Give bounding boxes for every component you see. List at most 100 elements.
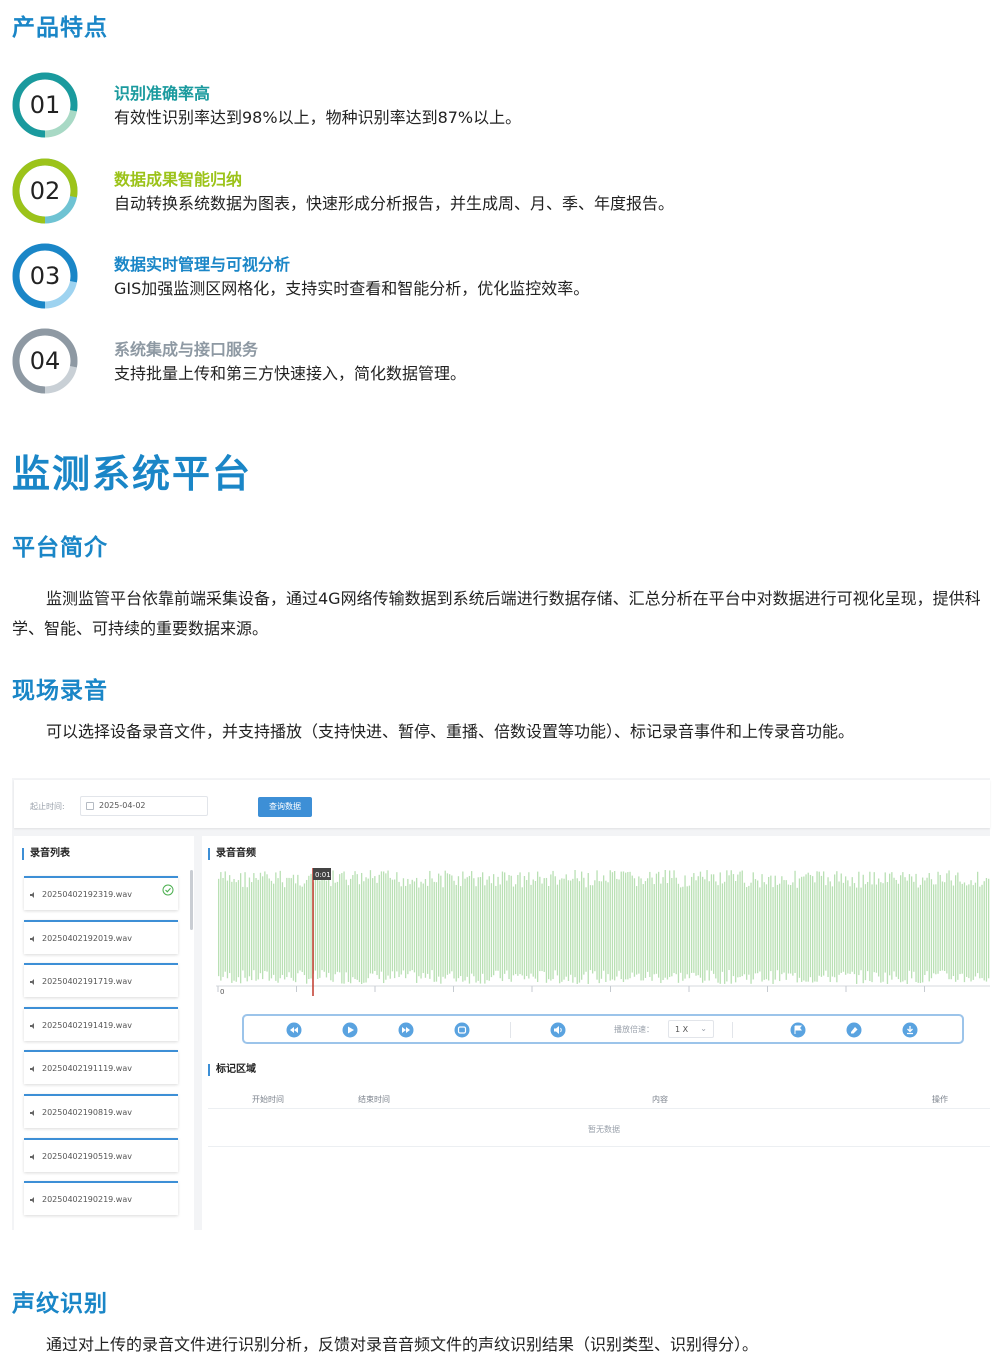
wave-bar bbox=[600, 881, 603, 979]
filter-bar: 起止时间: 2025-04-02 查询数据 bbox=[14, 780, 990, 828]
wave-bar bbox=[941, 881, 944, 971]
wave-bar bbox=[497, 876, 499, 971]
wave-bar bbox=[772, 887, 774, 984]
speed-select[interactable]: 1 X ⌄ bbox=[668, 1020, 714, 1038]
wave-bar bbox=[988, 878, 990, 979]
wave-bar bbox=[926, 877, 928, 972]
file-name: 20250402192019.wav bbox=[42, 933, 132, 943]
recording-file-item[interactable]: 20250402190519.wav bbox=[24, 1137, 178, 1172]
wave-bar bbox=[297, 874, 299, 974]
flag-icon[interactable] bbox=[790, 1022, 806, 1038]
wave-bar bbox=[620, 871, 622, 980]
eraser-icon[interactable] bbox=[846, 1022, 862, 1038]
wave-bar bbox=[475, 886, 477, 983]
wave-bar bbox=[851, 877, 853, 972]
wave-bar bbox=[268, 878, 270, 981]
feature-title: 数据成果智能归纳 bbox=[114, 170, 243, 189]
wave-bar bbox=[422, 883, 424, 974]
axis-zero-label: 0 bbox=[220, 988, 224, 996]
wave-bar bbox=[735, 880, 737, 983]
wave-bar bbox=[356, 874, 358, 980]
wave-bar bbox=[869, 871, 871, 982]
wave-bar bbox=[477, 877, 479, 981]
wave-bar bbox=[517, 874, 519, 976]
wave-bar bbox=[464, 878, 466, 981]
file-name: 20250402192319.wav bbox=[42, 890, 132, 899]
wave-bar bbox=[248, 877, 251, 977]
audio-file-icon bbox=[30, 1022, 34, 1029]
recording-file-item[interactable]: 20250402192319.wav bbox=[24, 876, 178, 910]
wave-bar bbox=[963, 882, 966, 983]
wave-bar bbox=[871, 884, 873, 983]
wave-bar bbox=[550, 874, 552, 981]
wave-bar bbox=[264, 871, 266, 972]
wave-bar bbox=[794, 870, 796, 973]
wave-bar bbox=[783, 880, 785, 973]
wave-bar bbox=[752, 872, 754, 980]
wave-bar bbox=[702, 876, 704, 983]
waveform[interactable]: 0 0:01 bbox=[216, 868, 990, 996]
recording-file-item[interactable]: 20250402191119.wav bbox=[24, 1050, 178, 1085]
wave-bar bbox=[325, 880, 328, 978]
th-content: 内容 bbox=[652, 1095, 668, 1104]
query-button[interactable]: 查询数据 bbox=[258, 797, 312, 817]
wave-bar bbox=[957, 872, 959, 980]
wave-bar bbox=[640, 878, 642, 981]
wave-bar bbox=[528, 872, 530, 979]
wave-bar bbox=[977, 871, 979, 974]
wave-bar bbox=[816, 871, 818, 982]
volume-icon[interactable] bbox=[550, 1022, 566, 1038]
recording-file-item[interactable]: 20250402192019.wav bbox=[24, 919, 178, 954]
list-scrollbar[interactable] bbox=[190, 870, 193, 930]
play-icon[interactable] bbox=[342, 1022, 358, 1038]
wave-bar bbox=[585, 887, 587, 972]
fast-forward-icon[interactable] bbox=[398, 1022, 414, 1038]
replay-icon[interactable] bbox=[454, 1022, 470, 1038]
platform-title: 监测系统平台 bbox=[12, 452, 253, 496]
wave-bar bbox=[748, 885, 750, 975]
download-icon[interactable] bbox=[902, 1022, 918, 1038]
wave-bar bbox=[499, 884, 501, 979]
wave-bar bbox=[913, 881, 915, 972]
wave-bar bbox=[321, 871, 323, 971]
wave-bar bbox=[418, 887, 420, 977]
wave-bar bbox=[295, 883, 297, 983]
wave-bar bbox=[581, 871, 583, 980]
filter-label: 起止时间: bbox=[30, 802, 65, 811]
wave-bar bbox=[444, 870, 446, 979]
audio-file-icon bbox=[30, 1153, 34, 1160]
wave-bar bbox=[306, 879, 308, 984]
wave-bar bbox=[545, 877, 548, 983]
wave-bar bbox=[831, 886, 834, 977]
wave-bar bbox=[669, 870, 671, 978]
wave-bar bbox=[809, 874, 812, 978]
wave-bar bbox=[864, 884, 867, 981]
wave-bar bbox=[814, 882, 816, 982]
recording-file-item[interactable]: 20250402190819.wav bbox=[24, 1094, 178, 1128]
wave-bar bbox=[413, 881, 416, 973]
wave-bar bbox=[314, 874, 317, 971]
rewind-icon[interactable] bbox=[286, 1022, 302, 1038]
recording-file-item[interactable]: 20250402190219.wav bbox=[24, 1181, 178, 1216]
wave-bar bbox=[840, 873, 842, 973]
feature-item: 02 数据成果智能归纳 自动转换系统数据为图表，快速形成分析报告，并生成周、月、季、… bbox=[10, 156, 970, 228]
recording-file-item[interactable]: 20250402191719.wav bbox=[24, 963, 178, 998]
wave-bar bbox=[847, 880, 849, 974]
wave-bar bbox=[257, 879, 259, 980]
recording-file-item[interactable]: 20250402191419.wav bbox=[24, 1006, 178, 1041]
wave-bar bbox=[895, 879, 897, 977]
wave-bar bbox=[856, 887, 858, 984]
audio-panel: 录音音频 0 0:01 播放倍速： 1 X ⌄ 标记区域 开始时间 结束时间 内… bbox=[202, 836, 990, 1230]
wave-bar bbox=[405, 885, 407, 979]
wave-bar bbox=[365, 877, 367, 983]
feature-number: 02 bbox=[29, 177, 61, 205]
wave-bar bbox=[369, 870, 372, 974]
wave-bar bbox=[906, 880, 908, 984]
features-title: 产品特点 bbox=[12, 15, 108, 41]
wave-bar bbox=[374, 876, 376, 971]
wave-bar bbox=[686, 886, 688, 975]
wave-bar bbox=[902, 872, 904, 982]
wave-bar bbox=[519, 872, 521, 975]
wave-bar bbox=[790, 885, 792, 974]
date-input[interactable]: 2025-04-02 bbox=[80, 796, 208, 816]
